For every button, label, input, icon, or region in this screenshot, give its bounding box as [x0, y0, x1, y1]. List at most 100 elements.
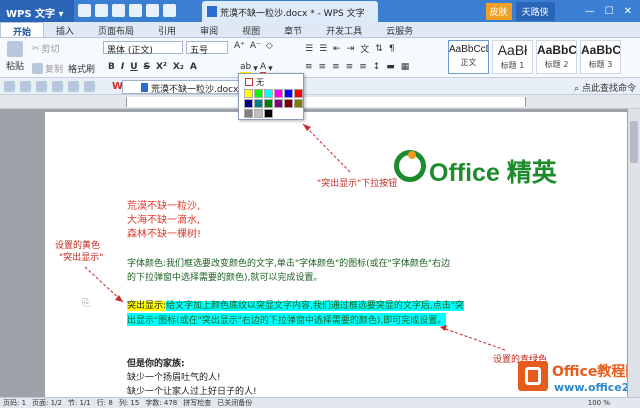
- underline-icon[interactable]: U: [130, 62, 137, 72]
- cut-button[interactable]: ✂ 剪切: [32, 42, 60, 56]
- tab-page-layout[interactable]: 页面布局: [86, 22, 146, 37]
- clear-format-icon[interactable]: ◇: [266, 41, 273, 51]
- scissors-icon: ✂: [32, 43, 40, 54]
- style-heading-3[interactable]: AaBbC 标题 3: [580, 40, 621, 74]
- vertical-scrollbar[interactable]: [628, 109, 640, 397]
- close-icon[interactable]: ✕: [624, 6, 632, 17]
- color-swatch[interactable]: [284, 99, 293, 108]
- maximize-icon[interactable]: ☐: [605, 6, 614, 17]
- copy-button[interactable]: 复制: [32, 62, 63, 75]
- tab-view[interactable]: 视图: [230, 22, 272, 37]
- tab-developer[interactable]: 开发工具: [314, 22, 374, 37]
- color-swatch[interactable]: [264, 89, 273, 98]
- new-icon[interactable]: [78, 4, 91, 17]
- shrink-font-icon[interactable]: A⁻: [250, 41, 261, 51]
- minimize-icon[interactable]: —: [585, 6, 595, 17]
- font-size-select[interactable]: 五号: [186, 41, 228, 56]
- tab-section[interactable]: 章节: [272, 22, 314, 37]
- save-icon[interactable]: [20, 81, 31, 92]
- redo-icon[interactable]: [163, 4, 176, 17]
- style-gallery: AaBbCcDd 正文 AaBł 标题 1 AaBbC 标题 2 AaBbC 标…: [448, 40, 621, 74]
- numbering-icon[interactable]: ☰: [319, 44, 327, 54]
- text-effect-icon[interactable]: A: [190, 62, 197, 72]
- status-section: 节: 1/1: [67, 399, 91, 407]
- undo-icon[interactable]: [68, 81, 79, 92]
- borders-icon[interactable]: ▦: [401, 62, 410, 72]
- increase-indent-icon[interactable]: ⇥: [347, 44, 355, 54]
- no-highlight-label: 无: [256, 78, 264, 87]
- redo-icon[interactable]: [84, 81, 95, 92]
- color-swatch[interactable]: [274, 89, 283, 98]
- horizontal-ruler[interactable]: [0, 95, 640, 109]
- document-icon: [207, 6, 217, 17]
- style-normal[interactable]: AaBbCcDd 正文: [448, 40, 489, 74]
- color-swatch[interactable]: [244, 109, 253, 118]
- distributed-icon[interactable]: ≡: [359, 62, 367, 72]
- no-highlight-option[interactable]: 无: [245, 77, 264, 88]
- italic-icon[interactable]: I: [121, 62, 124, 72]
- tab-home[interactable]: 开始: [0, 22, 45, 38]
- document-tab[interactable]: 荒漠不缺一粒沙.docx * - WPS 文字: [202, 1, 378, 22]
- color-swatch[interactable]: [274, 99, 283, 108]
- paste-button[interactable]: 粘贴: [6, 41, 24, 72]
- color-swatch[interactable]: [294, 89, 303, 98]
- align-right-icon[interactable]: ≡: [332, 62, 340, 72]
- font-style-buttons: B I U S X² X₂ A: [108, 62, 197, 72]
- color-swatch[interactable]: [284, 89, 293, 98]
- color-swatch[interactable]: [264, 109, 273, 118]
- tab-insert[interactable]: 插入: [44, 22, 86, 37]
- subscript-icon[interactable]: X₂: [173, 62, 184, 72]
- save-icon[interactable]: [112, 4, 125, 17]
- color-swatch[interactable]: [254, 109, 263, 118]
- align-left-icon[interactable]: ≡: [305, 62, 313, 72]
- shading-icon[interactable]: ▬: [386, 62, 395, 72]
- chevron-down-icon[interactable]: ▾: [268, 64, 273, 74]
- line-spacing-icon[interactable]: ↕: [373, 62, 381, 72]
- color-swatch[interactable]: [244, 99, 253, 108]
- sort-icon[interactable]: ⇅: [375, 44, 383, 54]
- align-center-icon[interactable]: ≡: [319, 62, 327, 72]
- style-heading-2[interactable]: AaBbC 标题 2: [536, 40, 577, 74]
- color-swatch[interactable]: [254, 89, 263, 98]
- status-backup[interactable]: 已关闭备份: [217, 398, 252, 408]
- color-swatch[interactable]: [264, 99, 273, 108]
- arrowhead: [303, 124, 311, 131]
- app-menu-button[interactable]: WPS 文字 ▾: [0, 0, 74, 22]
- bullets-icon[interactable]: ☰: [305, 44, 313, 54]
- preview-icon[interactable]: [52, 81, 63, 92]
- status-words[interactable]: 字数: 478: [145, 398, 177, 408]
- chinese-layout-icon[interactable]: 文: [360, 42, 369, 55]
- color-swatch[interactable]: [294, 99, 303, 108]
- zoom-level[interactable]: 100 %: [588, 399, 610, 407]
- justify-icon[interactable]: ≡: [346, 62, 354, 72]
- superscript-icon[interactable]: X²: [156, 62, 167, 72]
- undo-icon[interactable]: [146, 4, 159, 17]
- paste-icon: [7, 41, 23, 57]
- bold-icon[interactable]: B: [108, 62, 115, 72]
- skin-button[interactable]: 皮肤: [485, 2, 512, 20]
- tab-review[interactable]: 审阅: [188, 22, 230, 37]
- document-page[interactable]: Office 精英 "突出显示"下拉按钮 荒漠不缺一粒沙, 大海不缺一滴水, 森…: [45, 112, 627, 397]
- open-icon[interactable]: [95, 4, 108, 17]
- format-painter-button[interactable]: 格式刷: [68, 62, 95, 75]
- print-icon[interactable]: [36, 81, 47, 92]
- open-folder-icon[interactable]: [4, 81, 15, 92]
- print-icon[interactable]: [129, 4, 142, 17]
- strikethrough-icon[interactable]: S: [144, 62, 150, 72]
- status-spellcheck[interactable]: 拼写检查: [183, 398, 211, 408]
- copy-icon: [32, 63, 43, 74]
- scrollbar-thumb[interactable]: [630, 121, 638, 163]
- decrease-indent-icon[interactable]: ⇤: [333, 44, 341, 54]
- chevron-down-icon[interactable]: ▾: [253, 64, 258, 74]
- tab-cloud[interactable]: 云服务: [374, 22, 425, 37]
- font-name-select[interactable]: 黑体 (正文): [103, 41, 183, 56]
- tab-references[interactable]: 引用: [146, 22, 188, 37]
- color-swatch[interactable]: [244, 89, 253, 98]
- show-marks-icon[interactable]: ¶: [389, 44, 395, 54]
- color-swatch[interactable]: [254, 99, 263, 108]
- cut-label: 剪切: [41, 45, 60, 55]
- user-button[interactable]: 天路侠: [515, 1, 555, 21]
- style-heading-1[interactable]: AaBł 标题 1: [492, 40, 533, 74]
- grow-font-icon[interactable]: A⁺: [234, 41, 245, 51]
- find-command[interactable]: ⌕ 点此查找命令: [574, 81, 636, 94]
